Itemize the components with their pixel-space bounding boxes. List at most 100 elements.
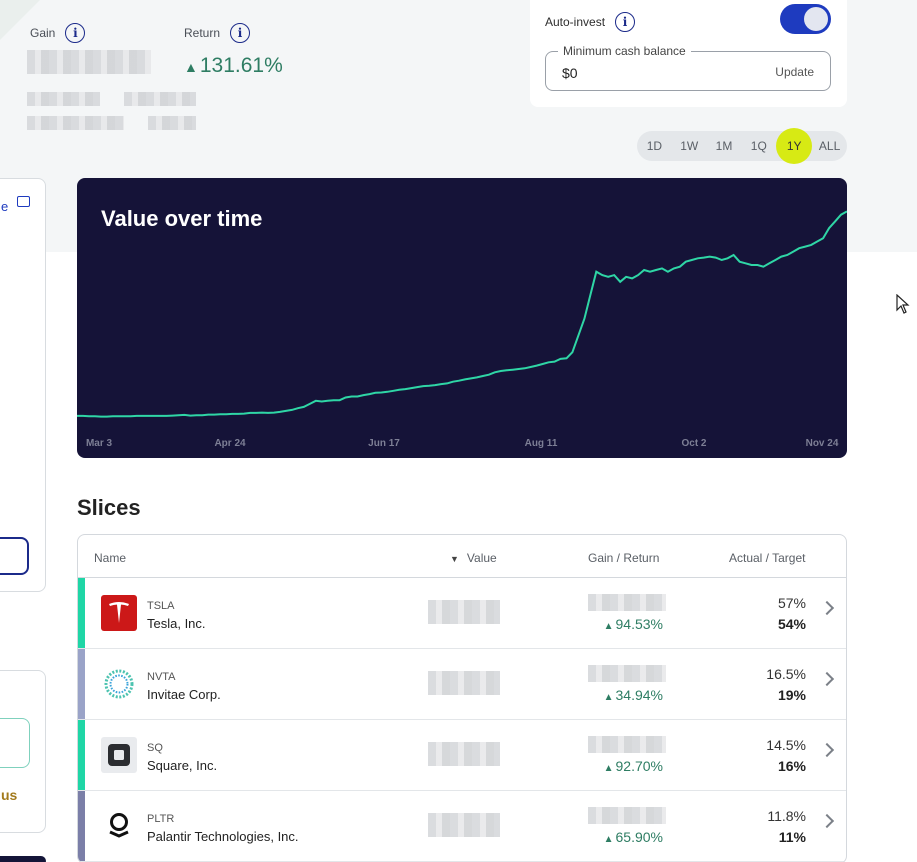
header-value-label: Value [466,551,497,565]
left-side-footer [0,856,46,862]
left-card-input[interactable] [0,718,30,768]
row-target: 54% [777,616,806,632]
auto-invest-info-icon[interactable]: i [615,12,636,32]
invitae-logo-icon [101,666,137,702]
range-1m[interactable]: 1M [707,131,742,161]
folder-icon[interactable] [17,196,30,207]
x-tick-label: Mar 3 [86,438,113,449]
redacted-text [148,116,196,130]
row-color-bar [78,578,85,648]
chevron-right-icon[interactable] [819,600,835,616]
redacted-text [27,116,124,130]
row-actual: 57% [777,595,806,611]
up-triangle-icon: ▲ [603,621,614,632]
gain-stat: Gain i [30,23,86,43]
gain-redacted [588,807,666,824]
range-1q[interactable]: 1Q [741,131,776,161]
left-side-card: e [0,178,46,592]
row-company: Tesla, Inc. [147,616,206,631]
row-actual: 14.5% [766,737,806,753]
up-triangle-icon: ▲ [603,692,614,703]
toggle-knob [804,7,828,31]
row-return-text: 94.53% [615,616,663,632]
row-company: Square, Inc. [147,758,218,773]
left-card-button[interactable] [0,537,29,575]
return-info-icon[interactable]: i [230,23,251,43]
value-redacted [428,600,500,624]
x-tick-label: Aug 11 [525,438,558,449]
row-return-text: 65.90% [615,829,663,845]
table-row[interactable]: TSLA Tesla, Inc. ▲ 94.53% 57% 54% [78,578,846,649]
value-over-time-chart: Mar 3 Apr 24 Jun 17 Aug 11 Oct 2 Nov 24 Value… [77,178,847,458]
x-tick-label: Apr 24 [214,438,246,449]
row-return-text: 92.70% [615,758,663,774]
value-redacted [428,671,500,695]
gain-value-redacted [27,50,151,74]
palantir-logo-icon [101,808,137,844]
return-label: Return [184,26,221,40]
mouse-cursor-icon [896,294,910,314]
value-redacted [428,742,500,766]
square-logo-icon [101,737,137,773]
gain-info-icon[interactable]: i [65,23,86,43]
row-company: Palantir Technologies, Inc. [147,829,299,844]
x-tick-label: Nov 24 [806,438,839,449]
row-color-bar [78,791,85,861]
row-target: 16% [777,758,806,774]
chevron-right-icon[interactable] [819,671,835,687]
row-return: ▲ 92.70% [604,758,663,774]
auto-invest-card: Auto-invest i Minimum cash balance $0 Up… [530,0,847,107]
row-ticker: NVTA [147,671,176,683]
header-name[interactable]: Name [94,551,126,565]
left-side-card-2: us [0,670,46,833]
table-header: Name ▼ Value Gain / Return Actual / Targe… [78,535,846,578]
redacted-text [124,92,196,106]
return-value-text: 131.61% [199,54,283,77]
range-1d[interactable]: 1D [637,131,672,161]
range-all[interactable]: ALL [812,131,847,161]
return-value: ▲131.61% [184,54,283,78]
return-stat: Return i [184,23,251,43]
range-1y[interactable]: 1Y [776,128,813,164]
row-target: 11% [778,829,806,845]
update-button[interactable]: Update [775,65,814,79]
row-return: ▲ 94.53% [604,616,663,632]
auto-invest-toggle[interactable] [780,4,831,34]
auto-invest-label: Auto-invest [545,15,606,29]
row-ticker: PLTR [147,813,175,825]
auto-invest-label-row: Auto-invest i [545,12,636,32]
gain-label-row: Gain i [30,23,86,43]
minimum-cash-field[interactable]: Minimum cash balance $0 Update [545,44,831,91]
row-company: Invitae Corp. [147,687,221,702]
gain-redacted [588,594,666,611]
row-return: ▲ 65.90% [604,829,663,845]
chart-series-line [77,210,847,418]
header-value[interactable]: ▼ Value [450,551,497,565]
time-range-selector: 1D 1W 1M 1Q 1Y ALL [637,128,847,164]
up-triangle-icon: ▲ [184,59,198,75]
left-card-text: us [1,787,18,803]
row-ticker: TSLA [147,600,175,612]
value-redacted [428,813,500,837]
row-color-bar [78,649,85,719]
table-row[interactable]: NVTA Invitae Corp. ▲ 34.94% 16.5% 19% [78,649,846,720]
chevron-right-icon[interactable] [819,813,835,829]
header-actual-target[interactable]: Actual / Target [729,551,806,565]
row-actual: 16.5% [766,666,806,682]
slices-table: Name ▼ Value Gain / Return Actual / Targe… [77,534,847,862]
table-row[interactable]: PLTR Palantir Technologies, Inc. ▲ 65.90%… [78,791,846,862]
table-row[interactable]: SQ Square, Inc. ▲ 92.70% 14.5% 16% [78,720,846,791]
gain-redacted [588,736,666,753]
gain-redacted [588,665,666,682]
chevron-right-icon[interactable] [819,742,835,758]
gain-label: Gain [30,26,56,40]
redacted-text [27,92,100,106]
row-actual: 11.8% [767,808,806,824]
row-target: 19% [777,687,806,703]
left-card-link[interactable]: e [1,199,8,214]
up-triangle-icon: ▲ [603,834,614,845]
slices-title: Slices [77,495,141,520]
up-triangle-icon: ▲ [603,763,614,774]
range-1w[interactable]: 1W [672,131,707,161]
header-gain-return[interactable]: Gain / Return [588,551,659,565]
